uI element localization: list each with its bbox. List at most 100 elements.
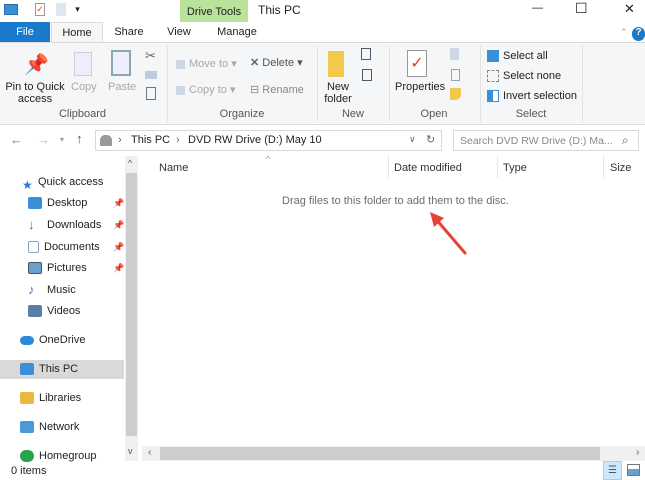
sidebar-item-libraries[interactable]: Libraries xyxy=(20,389,81,407)
large-icons-view-button[interactable] xyxy=(627,464,640,476)
documents-icon xyxy=(28,241,39,254)
tab-manage[interactable]: Manage xyxy=(208,22,266,42)
sidebar-item-quick-access[interactable]: ★ Quick access xyxy=(22,173,103,192)
sidebar-label: Network xyxy=(39,421,80,433)
tab-home[interactable]: Home xyxy=(51,22,103,42)
videos-icon xyxy=(28,305,42,318)
select-none-button[interactable]: Select none xyxy=(487,70,562,83)
search-icon: ⌕ xyxy=(622,133,629,147)
sidebar-item-downloads[interactable]: ↓ Downloads xyxy=(28,216,101,234)
close-button[interactable]: ✕ xyxy=(624,1,635,17)
new-item-icon[interactable] xyxy=(361,48,371,60)
tab-share[interactable]: Share xyxy=(104,22,154,42)
copy-path-icon[interactable] xyxy=(145,71,157,79)
sidebar-item-music[interactable]: ♪ Music xyxy=(28,281,76,299)
up-button[interactable]: ↑ xyxy=(76,131,83,146)
minimize-button[interactable]: — xyxy=(532,2,543,14)
column-type[interactable]: Type xyxy=(503,162,527,174)
properties-icon: ✓ xyxy=(407,50,427,77)
column-name[interactable]: Name xyxy=(159,162,188,174)
sort-indicator-icon: ^ xyxy=(266,154,271,164)
invert-selection-icon xyxy=(487,90,499,103)
sidebar-label: Downloads xyxy=(47,219,102,231)
invert-selection-button[interactable]: Invert selection xyxy=(487,90,577,103)
nav-pane-scrollbar[interactable]: ^ v xyxy=(125,156,138,461)
edit-icon[interactable] xyxy=(451,69,460,81)
scroll-left-icon[interactable]: ‹ xyxy=(148,447,151,458)
maximize-button[interactable]: ☐ xyxy=(575,0,588,17)
breadcrumb-this-pc[interactable]: This PC xyxy=(131,134,170,146)
sidebar-item-videos[interactable]: Videos xyxy=(28,302,80,320)
refresh-icon[interactable]: ↻ xyxy=(426,133,435,146)
sidebar-label: Pictures xyxy=(47,262,87,274)
nav-scroll-thumb[interactable] xyxy=(126,173,137,436)
pin-icon[interactable]: 📌 xyxy=(113,220,124,231)
properties-button[interactable]: Properties xyxy=(395,81,445,93)
rename-icon: ⊟ xyxy=(250,84,263,96)
details-view-button[interactable]: ☰ xyxy=(603,461,622,480)
copy-to-icon xyxy=(176,85,185,95)
search-box[interactable]: Search DVD RW Drive (D:) Ma... ⌕ xyxy=(453,130,639,151)
delete-button[interactable]: ✕ Delete ▾ xyxy=(250,56,303,69)
cut-icon[interactable]: ✂ xyxy=(145,48,156,64)
column-date-modified[interactable]: Date modified xyxy=(394,162,462,174)
select-all-icon xyxy=(487,50,499,63)
desktop-icon xyxy=(28,197,42,210)
breadcrumb-dvd-drive[interactable]: DVD RW Drive (D:) May 10 xyxy=(188,134,322,146)
select-none-icon xyxy=(487,70,499,83)
collapse-ribbon-icon[interactable]: ⌃ xyxy=(620,27,628,38)
rename-button[interactable]: ⊟ Rename xyxy=(250,83,304,96)
sidebar-item-onedrive[interactable]: OneDrive xyxy=(20,331,85,349)
easy-access-icon[interactable] xyxy=(362,69,372,81)
recent-locations-button[interactable]: ▾ xyxy=(60,135,64,144)
pin-to-quick-access-button[interactable]: Pin to Quick access xyxy=(5,81,65,105)
pin-icon[interactable]: 📌 xyxy=(113,242,124,253)
sidebar-label: Videos xyxy=(47,305,81,317)
paste-button[interactable]: Paste xyxy=(108,81,136,93)
scroll-down-icon[interactable]: v xyxy=(128,446,133,456)
pin-icon[interactable]: 📌 xyxy=(113,198,124,209)
address-bar[interactable]: › This PC › DVD RW Drive (D:) May 10 ∨ ↻ xyxy=(95,130,442,151)
paste-shortcut-icon[interactable] xyxy=(146,87,156,100)
new-folder-icon xyxy=(328,51,344,77)
horizontal-scroll-thumb[interactable] xyxy=(160,447,600,460)
open-icon[interactable] xyxy=(450,48,459,60)
this-pc-icon xyxy=(20,363,34,376)
horizontal-scrollbar[interactable]: ‹ › xyxy=(142,446,645,461)
organize-group-label: Organize xyxy=(219,108,265,120)
homegroup-icon xyxy=(20,450,34,463)
paste-icon xyxy=(111,50,131,76)
sidebar-label: Documents xyxy=(44,241,100,253)
sidebar-label: OneDrive xyxy=(39,334,86,346)
sidebar-item-pictures[interactable]: Pictures xyxy=(28,259,87,277)
sidebar-item-homegroup[interactable]: Homegroup xyxy=(20,447,96,465)
move-to-button[interactable]: Move to ▾ xyxy=(176,57,237,70)
tab-view[interactable]: View xyxy=(156,22,202,42)
copy-button[interactable]: Copy xyxy=(71,81,97,93)
pin-icon[interactable]: 📌 xyxy=(113,263,124,274)
drive-tools-context-label: Drive Tools xyxy=(180,0,248,22)
scroll-right-icon[interactable]: › xyxy=(636,447,639,458)
select-none-label: Select none xyxy=(503,70,562,82)
back-button[interactable]: ← xyxy=(10,132,23,147)
properties-qat-icon[interactable]: ✓ xyxy=(35,3,46,16)
select-all-button[interactable]: Select all xyxy=(487,50,548,63)
sidebar-item-this-pc[interactable]: This PC xyxy=(20,360,78,378)
music-icon: ♪ xyxy=(28,282,35,298)
quick-access-toolbar: ✓ ▾ xyxy=(4,3,94,19)
sidebar-item-network[interactable]: Network xyxy=(20,418,79,436)
new-folder-qat-icon[interactable] xyxy=(56,3,67,16)
help-icon[interactable]: ? xyxy=(632,27,645,41)
customize-qat-icon[interactable]: ▾ xyxy=(75,4,80,15)
sidebar-item-documents[interactable]: Documents xyxy=(28,238,100,256)
copy-to-button[interactable]: Copy to ▾ xyxy=(176,83,236,96)
column-size[interactable]: Size xyxy=(610,162,631,174)
address-dropdown-icon[interactable]: ∨ xyxy=(409,134,416,145)
scroll-up-icon[interactable]: ^ xyxy=(128,158,132,168)
annotation-arrow xyxy=(430,212,467,255)
forward-button[interactable]: → xyxy=(37,132,50,147)
tab-file[interactable]: File xyxy=(0,22,50,42)
new-folder-button[interactable]: New folder xyxy=(322,81,354,105)
search-input[interactable]: Search DVD RW Drive (D:) Ma... xyxy=(460,135,613,147)
sidebar-item-desktop[interactable]: Desktop xyxy=(28,194,87,212)
